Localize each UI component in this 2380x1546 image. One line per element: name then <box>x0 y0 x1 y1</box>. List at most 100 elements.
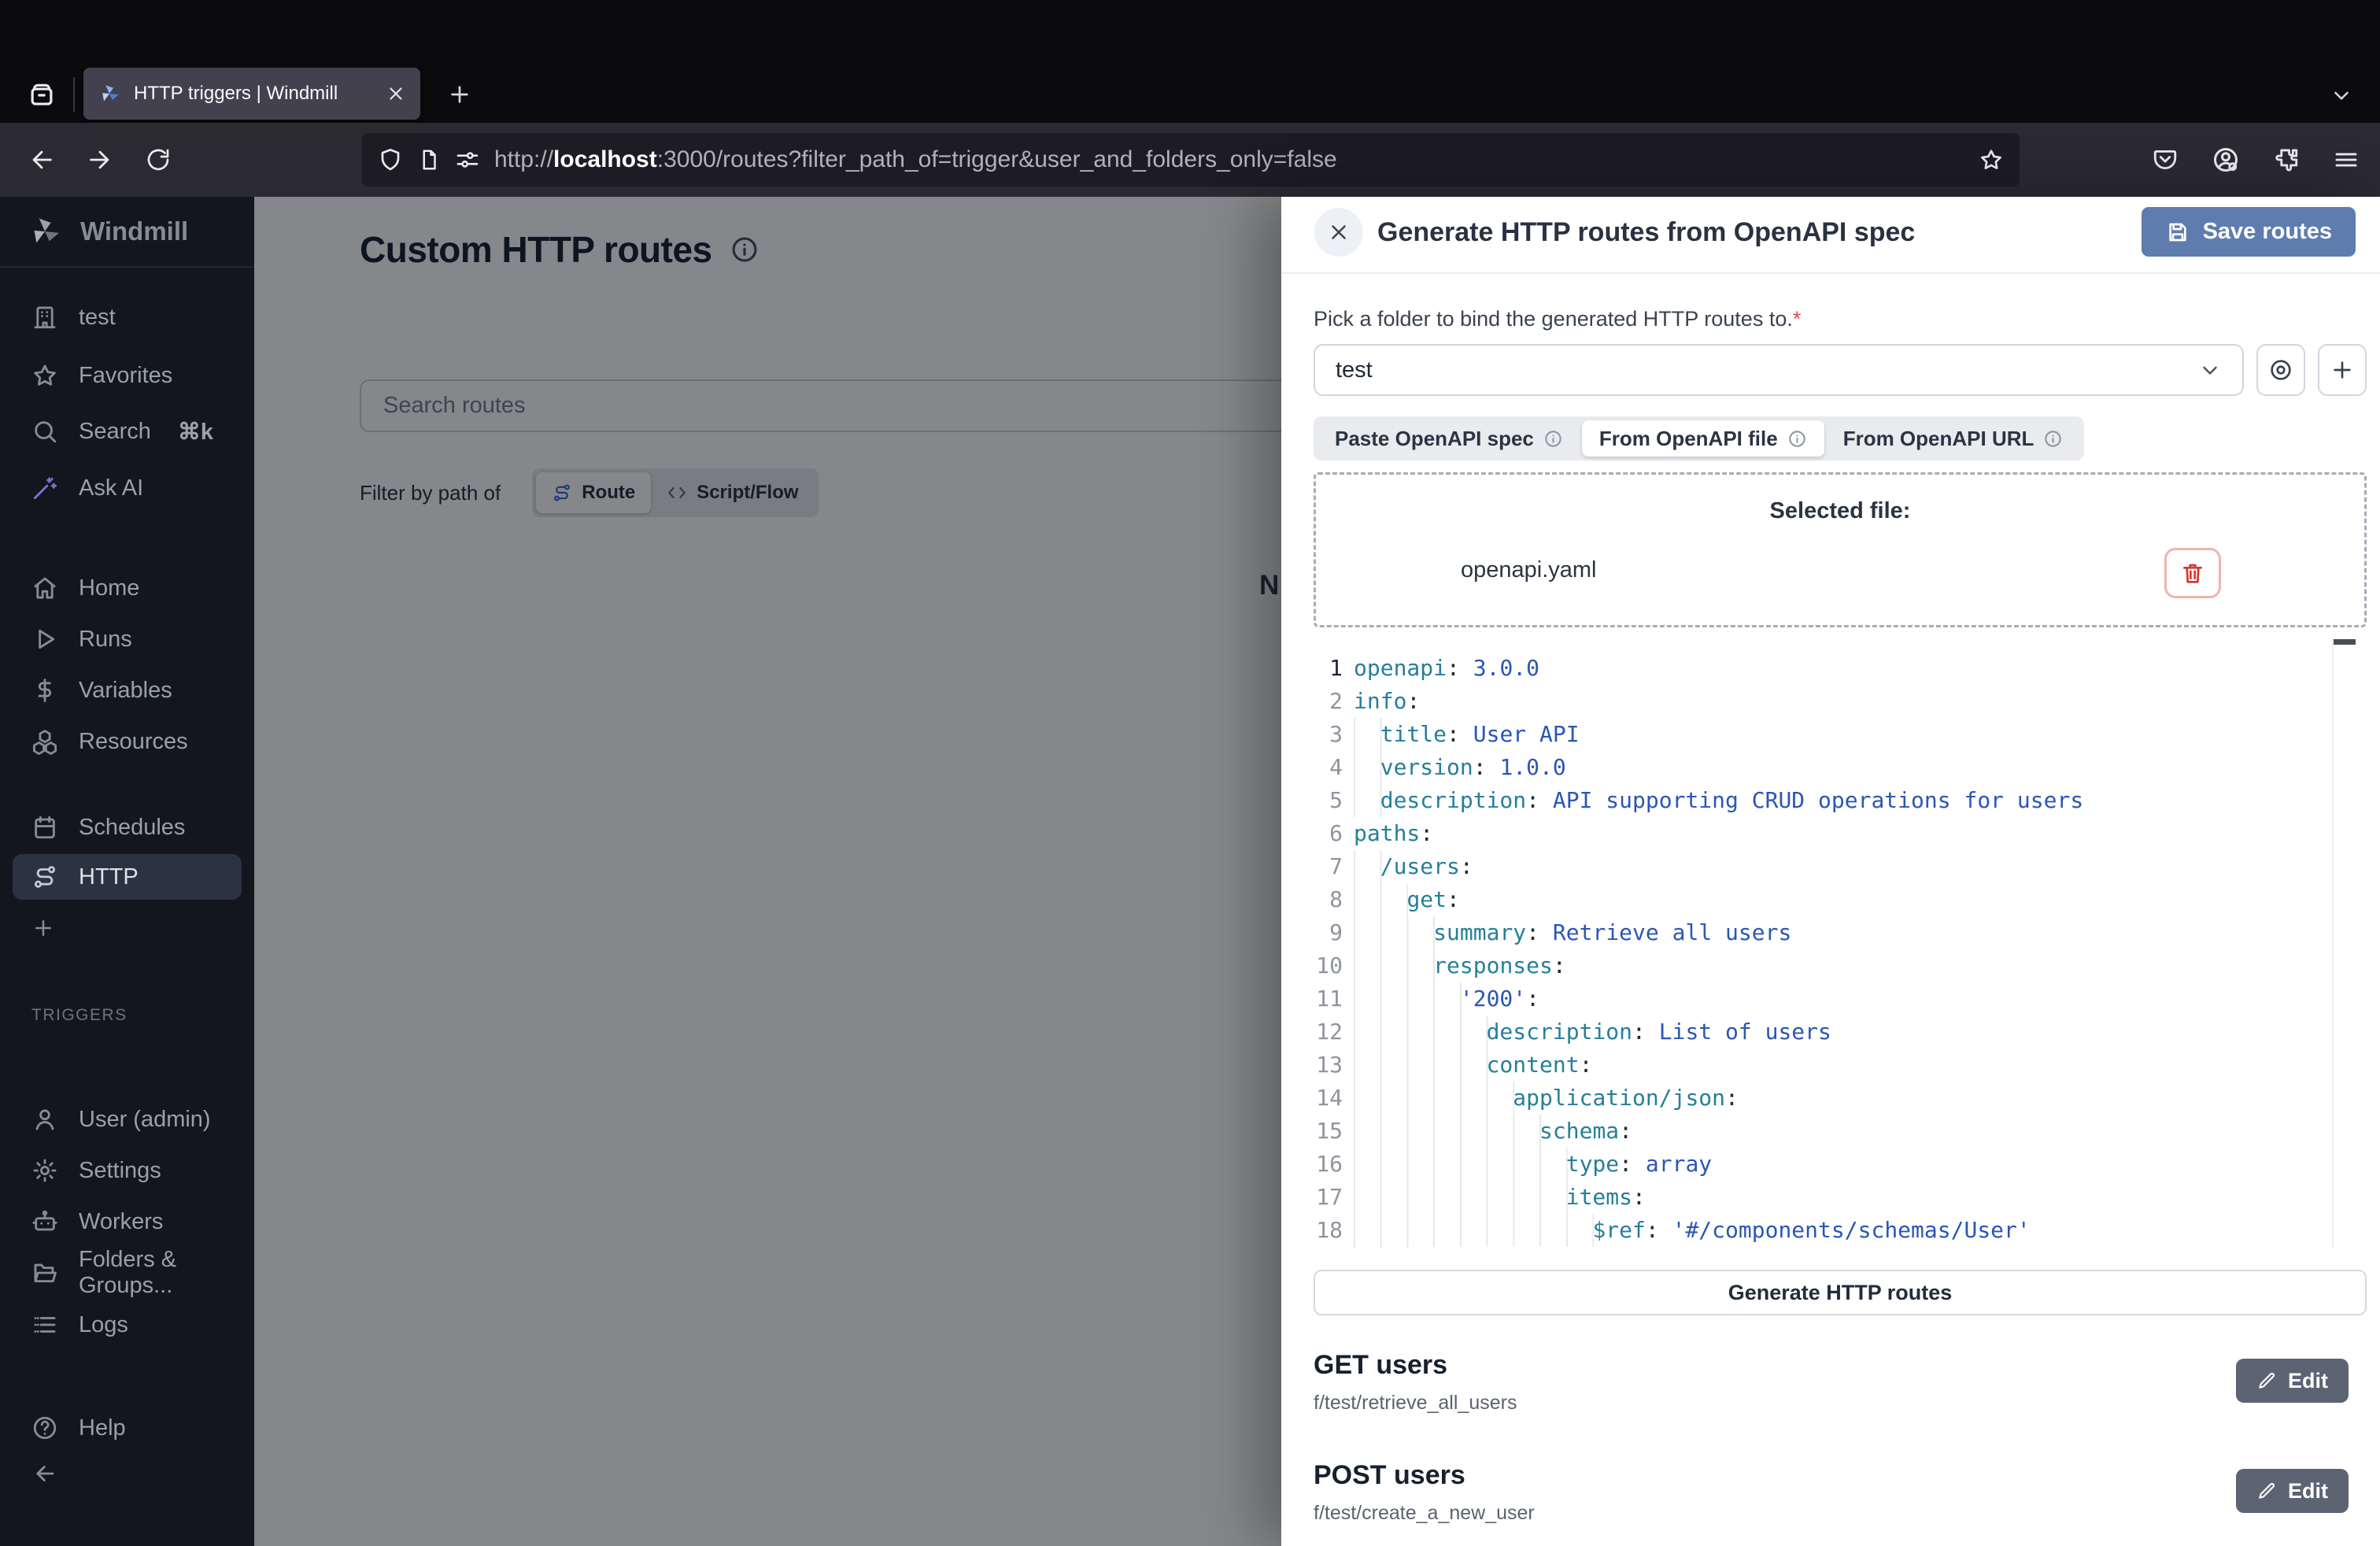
sidebar-item-user-admin[interactable]: User (admin) <box>13 1097 242 1142</box>
sidebar-item-logs[interactable]: Logs <box>13 1302 242 1348</box>
view-folder-button[interactable] <box>2256 344 2305 396</box>
sidebar-item-test[interactable]: test <box>13 294 242 340</box>
line-number: 9 <box>1314 916 1343 949</box>
edit-route-button[interactable]: Edit <box>2236 1469 2349 1513</box>
sidebar-item-workers[interactable]: Workers <box>13 1199 242 1245</box>
firefox-view-button[interactable] <box>19 72 65 118</box>
add-trigger-button[interactable] <box>13 905 242 951</box>
sidebar-item-home[interactable]: Home <box>13 565 242 611</box>
tab-paste-openapi-spec[interactable]: Paste OpenAPI spec <box>1318 420 1580 457</box>
code-text: openapi: 3.0.0 <box>1343 652 1539 685</box>
sidebar-item-ask-ai[interactable]: Ask AI <box>13 465 242 511</box>
windmill-favicon <box>98 82 121 105</box>
add-folder-button[interactable] <box>2318 344 2367 396</box>
account-icon[interactable] <box>2212 146 2240 174</box>
menu-hamburger-icon[interactable] <box>2333 146 2360 173</box>
tab-from-openapi-url[interactable]: From OpenAPI URL <box>1826 420 2081 457</box>
line-number: 3 <box>1314 718 1343 751</box>
plus-icon <box>447 82 472 107</box>
tab-label: Paste OpenAPI spec <box>1335 427 1534 451</box>
reload-button[interactable] <box>132 134 184 186</box>
sidebar-item-runs[interactable]: Runs <box>13 616 242 662</box>
shield-icon[interactable] <box>378 147 403 172</box>
code-line: 2info: <box>1314 685 2356 718</box>
line-number: 7 <box>1314 850 1343 883</box>
code-text: title: User API <box>1343 718 1580 751</box>
sidebar: Windmill TRIGGERS testFavoritesSearch⌘kA… <box>0 197 254 1546</box>
extensions-icon[interactable] <box>2273 146 2300 173</box>
back-arrow-icon <box>28 146 55 173</box>
sidebar-item-favorites[interactable]: Favorites <box>13 353 242 398</box>
browser-chrome: HTTP triggers | Windmill http://localhos… <box>0 0 2380 197</box>
back-button[interactable] <box>16 134 68 186</box>
help-icon <box>31 1415 58 1441</box>
code-line: 16 type: array <box>1314 1148 2356 1181</box>
sidebar-item-resources[interactable]: Resources <box>13 719 242 764</box>
route-path: f/test/retrieve_all_users <box>1314 1392 2367 1415</box>
code-line: 10 responses: <box>1314 949 2356 982</box>
yaml-code-editor[interactable]: 1openapi: 3.0.02info:3 title: User API4 … <box>1314 639 2356 1248</box>
sidebar-item-label: Workers <box>79 1209 163 1235</box>
new-tab-button[interactable] <box>438 72 482 117</box>
list-tabs-button[interactable] <box>2322 76 2361 115</box>
dollar-icon <box>31 677 58 704</box>
sidebar-item-search[interactable]: Search⌘k <box>13 409 242 454</box>
url-text[interactable]: http://localhost:3000/routes?filter_path… <box>494 146 1964 173</box>
selected-file-name: openapi.yaml <box>1461 557 1597 583</box>
folder-select[interactable]: test <box>1314 344 2244 396</box>
sidebar-item-label: Folders & Groups... <box>79 1247 242 1299</box>
toolbar-right-icons <box>2152 134 2360 186</box>
code-text: content: <box>1343 1049 1592 1082</box>
code-line: 12 description: List of users <box>1314 1015 2356 1049</box>
line-number: 8 <box>1314 883 1343 916</box>
route-icon <box>31 864 58 890</box>
browser-tab[interactable]: HTTP triggers | Windmill <box>83 68 420 120</box>
generate-http-routes-button[interactable]: Generate HTTP routes <box>1314 1270 2367 1315</box>
tab-close-icon[interactable] <box>386 83 406 104</box>
url-bar[interactable]: http://localhost:3000/routes?filter_path… <box>362 133 2020 187</box>
sidebar-item-label: Variables <box>79 678 172 704</box>
code-text: '200': <box>1343 982 1539 1015</box>
sidebar-item-http[interactable]: HTTP <box>13 854 242 900</box>
sidebar-item-help[interactable]: Help <box>13 1405 242 1451</box>
sidebar-item-label: User (admin) <box>79 1107 211 1133</box>
forward-button[interactable] <box>74 134 126 186</box>
browser-toolbar: http://localhost:3000/routes?filter_path… <box>0 123 2380 197</box>
line-number: 12 <box>1314 1015 1343 1049</box>
page-info-icon[interactable] <box>417 148 441 172</box>
selected-file-label: Selected file: <box>1316 498 2364 524</box>
arrow-left-icon <box>31 1460 58 1487</box>
sidebar-item-folders-groups[interactable]: Folders & Groups... <box>13 1250 242 1296</box>
screen: HTTP triggers | Windmill http://localhos… <box>0 0 2380 1546</box>
sidebar-divider <box>0 266 254 268</box>
route-title: POST users <box>1314 1460 2367 1491</box>
reload-icon <box>146 147 171 172</box>
edit-route-button[interactable]: Edit <box>2236 1359 2349 1403</box>
workspace-header[interactable]: Windmill <box>0 197 254 266</box>
sidebar-item-label: HTTP <box>79 864 139 890</box>
code-line: 9 summary: Retrieve all users <box>1314 916 2356 949</box>
home-icon <box>31 575 58 601</box>
tab-from-openapi-file[interactable]: From OpenAPI file <box>1582 420 1824 457</box>
editor-scrollbar-thumb[interactable] <box>2334 639 2356 645</box>
pencil-icon <box>2256 1481 2277 1501</box>
sidebar-item-variables[interactable]: Variables <box>13 668 242 713</box>
sidebar-item-settings[interactable]: Settings <box>13 1148 242 1193</box>
remove-file-button[interactable] <box>2164 548 2221 598</box>
save-routes-button[interactable]: Save routes <box>2142 207 2356 257</box>
sidebar-item-label: test <box>79 305 116 331</box>
permissions-icon[interactable] <box>455 147 480 172</box>
sidebar-item-label: Resources <box>79 729 188 755</box>
sidebar-item-label: Search <box>79 419 151 445</box>
generated-route-row: GET usersf/test/retrieve_all_usersEdit <box>1314 1350 2367 1437</box>
code-text: items: <box>1343 1181 1646 1214</box>
pocket-icon[interactable] <box>2152 146 2179 173</box>
sidebar-item-schedules[interactable]: Schedules <box>13 804 242 850</box>
collapse-sidebar-button[interactable] <box>13 1451 242 1496</box>
code-text: $ref: '#/components/schemas/User' <box>1343 1214 2031 1247</box>
code-text: info: <box>1343 685 1420 718</box>
code-text: schema: <box>1343 1115 1632 1148</box>
line-number: 19 <box>1314 1247 1343 1248</box>
drawer-close-button[interactable] <box>1314 208 1363 257</box>
bookmark-star-icon[interactable] <box>1979 147 2004 172</box>
